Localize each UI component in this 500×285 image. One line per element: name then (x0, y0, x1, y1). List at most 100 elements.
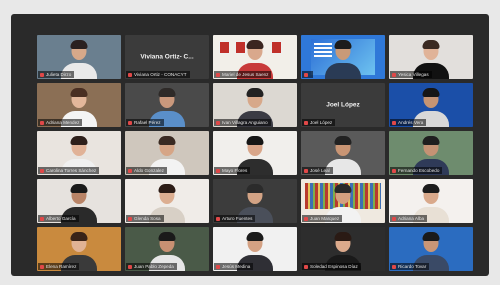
participant-name-tag: Glenda Sosa (126, 215, 164, 222)
mic-muted-icon (128, 72, 132, 77)
participant-tile[interactable]: Elena Ramírez (37, 227, 121, 271)
participant-tile[interactable]: Ivan Villagra Anguiano (213, 83, 297, 127)
participant-name-tag: Mayo Flores (214, 167, 251, 174)
participant-name-tag: Viviana Ortiz - CONACYT (126, 71, 190, 78)
mic-muted-icon (304, 216, 308, 221)
mic-muted-icon (392, 120, 396, 125)
participant-name: Yesica Villegas (398, 72, 429, 77)
participant-name-tag: Elena Ramírez (38, 263, 80, 270)
participant-name-tag (302, 71, 313, 78)
mic-muted-icon (304, 120, 308, 125)
participant-tile[interactable]: Juan Marquez (301, 179, 385, 223)
participant-name-tag: Julieta Dirzo (38, 71, 75, 78)
participant-name: Carolina Torres Sánchez (46, 168, 97, 173)
participant-tile[interactable]: Adriana Mendez (37, 83, 121, 127)
participant-name-tag: Adriana Alba (390, 215, 428, 222)
mic-muted-icon (40, 216, 44, 221)
mic-muted-icon (304, 168, 308, 173)
mic-muted-icon (216, 216, 220, 221)
mic-muted-icon (40, 168, 44, 173)
mic-muted-icon (392, 168, 396, 173)
participant-name: Soledad Espinosa Díaz (310, 264, 358, 269)
participant-display-name: Viviana Ortiz- C... (140, 53, 194, 61)
participant-name: Glenda Sosa (134, 216, 161, 221)
participant-video (323, 35, 363, 79)
participant-tile[interactable] (301, 35, 385, 79)
participant-tile[interactable]: Aldo Gonzalez (125, 131, 209, 175)
participant-tile[interactable]: Mariel de Jesus Saenz (213, 35, 297, 79)
participant-name-tag: Fernando Escobedo (390, 167, 443, 174)
participant-name-tag: Yesica Villegas (390, 71, 432, 78)
participant-tile[interactable]: Carolina Torres Sánchez (37, 131, 121, 175)
participant-name-tag: Andrés Vera (390, 119, 427, 126)
participant-name: Aldo Gonzalez (134, 168, 164, 173)
mic-muted-icon (128, 264, 132, 269)
participant-name-tag: Juan Marquez (302, 215, 343, 222)
mic-muted-icon (216, 120, 220, 125)
participant-name: Jesús Medina (222, 264, 251, 269)
mic-muted-icon (304, 72, 308, 77)
participant-tile[interactable]: Fernando Escobedo (389, 131, 473, 175)
participant-name: Alberto García (46, 216, 76, 221)
participant-name: Rafael Pérez (134, 120, 161, 125)
mic-muted-icon (40, 264, 44, 269)
participant-tile[interactable]: Andrés Vera (389, 83, 473, 127)
participant-tile[interactable]: Joel López Joel López (301, 83, 385, 127)
participant-tile[interactable]: Mayo Flores (213, 131, 297, 175)
mic-muted-icon (392, 72, 396, 77)
participant-name: Adriana Alba (398, 216, 425, 221)
participant-name: Ricardo Tovar (398, 264, 427, 269)
participant-tile[interactable]: Julieta Dirzo (37, 35, 121, 79)
participant-name-tag: Joel López (302, 119, 336, 126)
mic-muted-icon (128, 168, 132, 173)
participant-name: Juan Marquez (310, 216, 340, 221)
mic-muted-icon (128, 216, 132, 221)
mic-muted-icon (216, 72, 220, 77)
participant-name: Juan Pablo Zepeda (134, 264, 174, 269)
participant-name: Fernando Escobedo (398, 168, 440, 173)
participant-name: Arturo Fuentes (222, 216, 253, 221)
participant-name-tag: Adriana Mendez (38, 119, 83, 126)
participant-tile[interactable]: Ricardo Tovar (389, 227, 473, 271)
mic-muted-icon (216, 168, 220, 173)
participant-tile[interactable]: Arturo Fuentes (213, 179, 297, 223)
participant-name: José Leal (310, 168, 330, 173)
participant-name: Ivan Villagra Anguiano (222, 120, 268, 125)
participant-name: Viviana Ortiz - CONACYT (134, 72, 187, 77)
participant-name-tag: Juan Pablo Zepeda (126, 263, 177, 270)
participant-name-tag: Carolina Torres Sánchez (38, 167, 100, 174)
participant-tile[interactable]: Adriana Alba (389, 179, 473, 223)
participant-name-tag: Alberto García (38, 215, 79, 222)
participant-name: Adriana Mendez (46, 120, 80, 125)
participant-name: Andrés Vera (398, 120, 424, 125)
mic-muted-icon (216, 264, 220, 269)
participant-display-name: Joel López (326, 101, 360, 109)
mic-muted-icon (40, 72, 44, 77)
participant-tile[interactable]: Glenda Sosa (125, 179, 209, 223)
participant-tile[interactable]: Juan Pablo Zepeda (125, 227, 209, 271)
video-call-window: Julieta Dirzo Viviana Ortiz- C... Viviana … (11, 14, 489, 276)
participant-tile[interactable]: José Leal (301, 131, 385, 175)
participant-tile[interactable]: Rafael Pérez (125, 83, 209, 127)
participant-name-tag: José Leal (302, 167, 333, 174)
participant-name-tag: Rafael Pérez (126, 119, 164, 126)
participant-name: Mariel de Jesus Saenz (222, 72, 269, 77)
wall-frame (219, 41, 230, 54)
mic-muted-icon (128, 120, 132, 125)
participant-name-tag: Ivan Villagra Anguiano (214, 119, 271, 126)
participant-name: Joel López (310, 120, 333, 125)
participant-tile[interactable]: Alberto García (37, 179, 121, 223)
mic-muted-icon (40, 120, 44, 125)
participant-tile[interactable]: Soledad Espinosa Díaz (301, 227, 385, 271)
participant-name-tag: Arturo Fuentes (214, 215, 256, 222)
mic-muted-icon (392, 264, 396, 269)
participant-name-tag: Mariel de Jesus Saenz (214, 71, 272, 78)
participant-name: Julieta Dirzo (46, 72, 72, 77)
participant-name: Elena Ramírez (46, 264, 77, 269)
participant-name-tag: Soledad Espinosa Díaz (302, 263, 361, 270)
participant-tile[interactable]: Viviana Ortiz- C... Viviana Ortiz - CONAC… (125, 35, 209, 79)
participant-name-tag: Jesús Medina (214, 263, 254, 270)
participant-tile[interactable]: Jesús Medina (213, 227, 297, 271)
mic-muted-icon (392, 216, 396, 221)
participant-tile[interactable]: Yesica Villegas (389, 35, 473, 79)
